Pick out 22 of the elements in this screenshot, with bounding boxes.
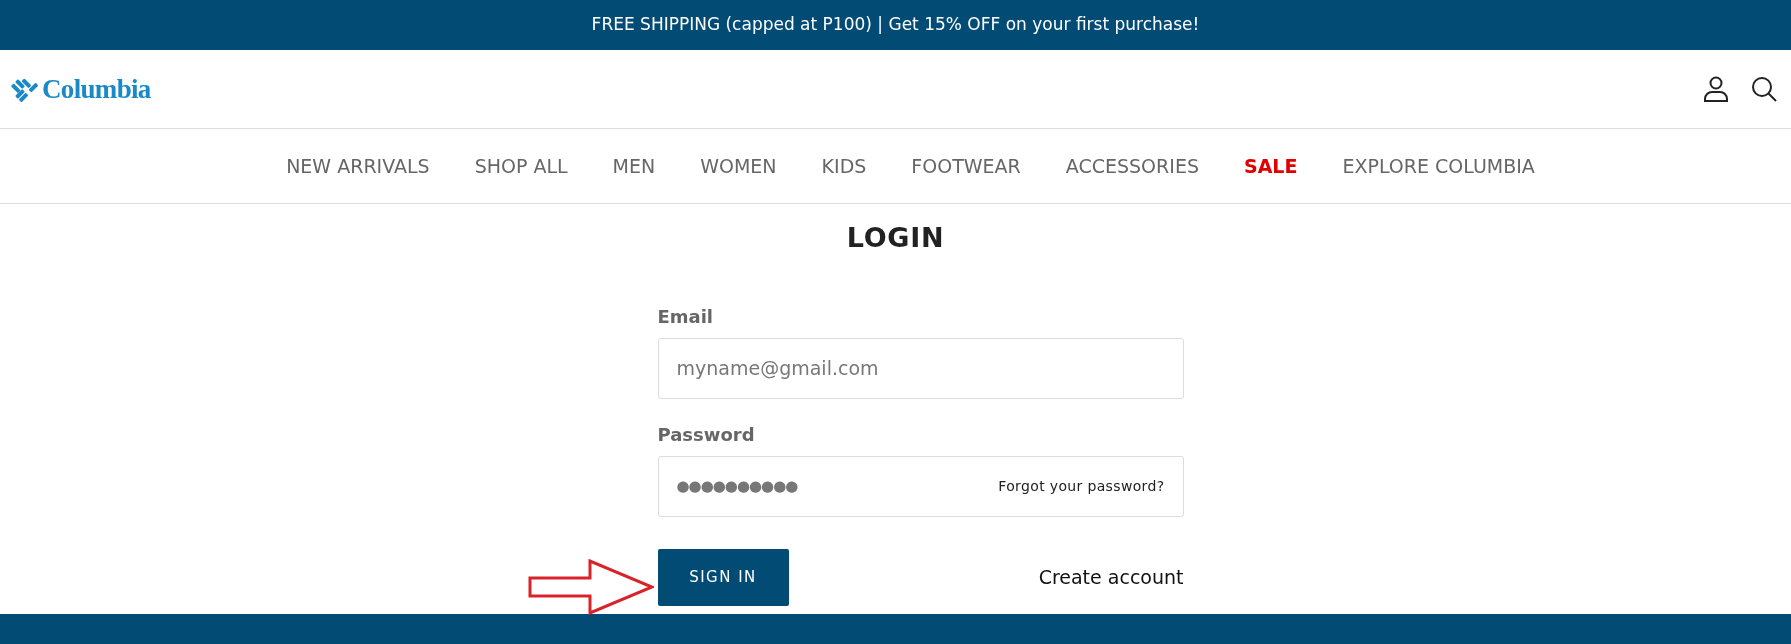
account-icon[interactable] <box>1702 75 1730 103</box>
nav-link[interactable]: ACCESSORIES <box>1065 151 1199 181</box>
nav-link[interactable]: WOMEN <box>700 151 777 181</box>
password-field[interactable]: ●●●●●●●●●● Forgot your password? <box>657 455 1184 517</box>
nav-link[interactable]: SHOP ALL <box>474 151 568 181</box>
nav-link[interactable]: EXPLORE COLUMBIA <box>1342 151 1535 181</box>
nav-link[interactable]: SALE <box>1243 151 1298 181</box>
nav-link[interactable]: NEW ARRIVALS <box>286 151 430 181</box>
nav-link[interactable]: FOOTWEAR <box>911 151 1021 181</box>
email-field[interactable]: myname@gmail.com <box>657 337 1184 399</box>
search-icon[interactable] <box>1750 75 1778 103</box>
password-value: ●●●●●●●●●● <box>676 475 798 497</box>
field-label: Password <box>657 422 756 447</box>
page-title: LOGIN <box>846 221 945 255</box>
promo-text: FREE SHIPPING (capped at P100) | Get 15% OFF on your first purchase! <box>591 13 1200 37</box>
logo[interactable]: Columbia <box>11 68 151 110</box>
sign-in-button[interactable]: SIGN IN <box>657 548 789 606</box>
field-label: Email <box>657 304 715 329</box>
nav-link[interactable]: MEN <box>612 151 656 181</box>
create-account-link[interactable]: Create account <box>1038 562 1184 592</box>
nav-link[interactable]: KIDS <box>821 151 867 181</box>
forgot-password-link[interactable]: Forgot your password? <box>998 475 1165 497</box>
